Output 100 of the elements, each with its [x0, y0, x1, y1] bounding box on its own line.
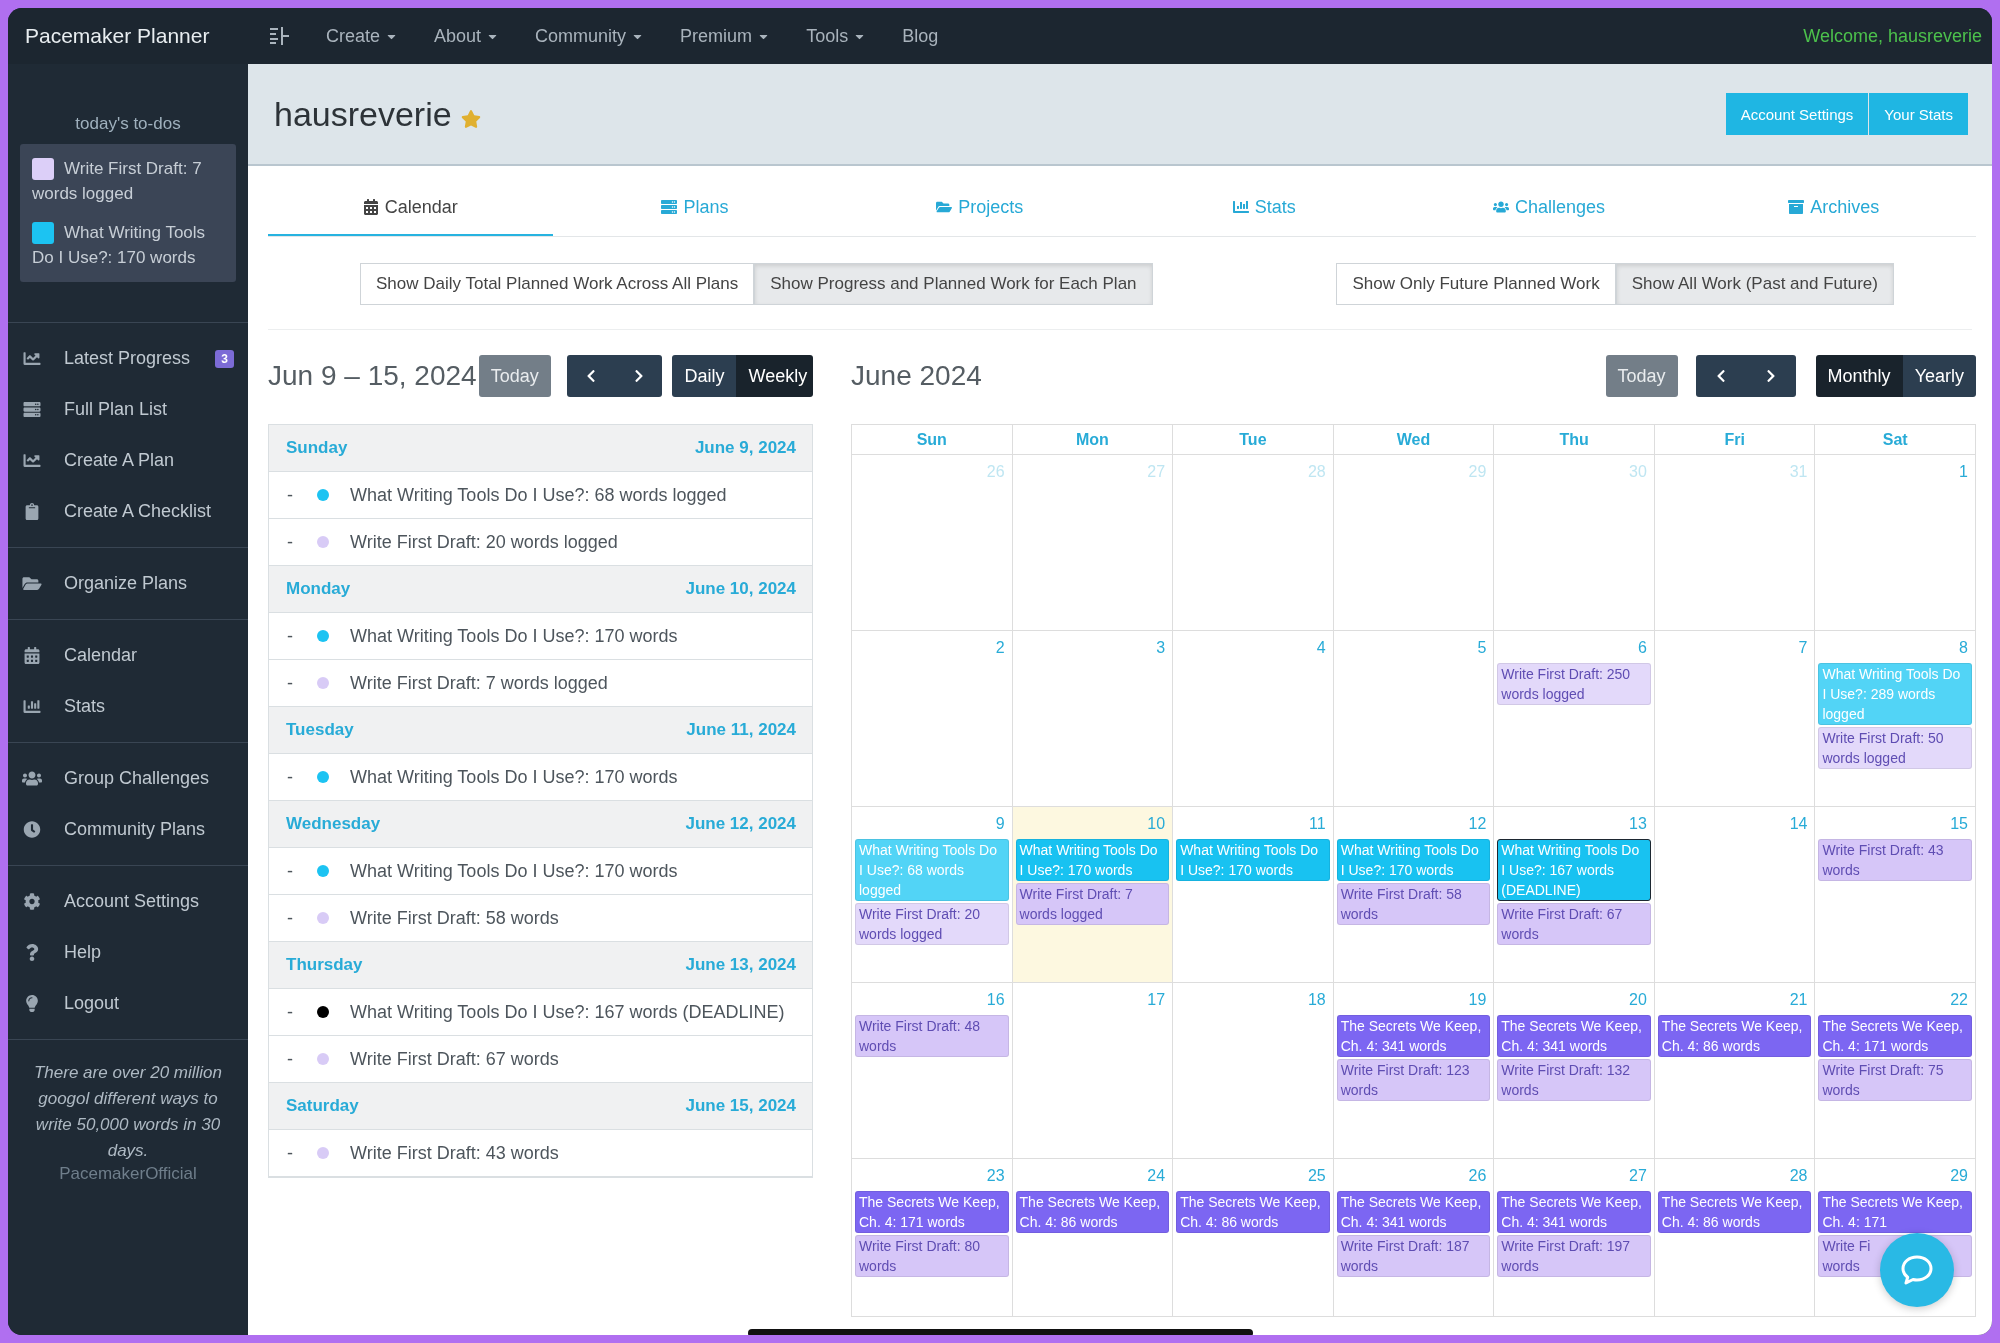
sidebar-link[interactable]: Logout	[8, 978, 248, 1029]
view-toggle[interactable]: Yearly	[1902, 355, 1976, 397]
header-button[interactable]: Account Settings	[1725, 93, 1869, 135]
tab[interactable]: Plans	[552, 180, 838, 236]
calendar-event[interactable]: The Secrets We Keep, Ch. 4: 86 words	[1657, 1015, 1812, 1057]
calendar-day[interactable]: 7	[1654, 631, 1816, 807]
sidebar-link[interactable]: Organize Plans	[8, 558, 248, 609]
calendar-day[interactable]: 12 What Writing Tools Do I Use?: 170 words Write First Draft: 58 words	[1333, 807, 1495, 983]
tab[interactable]: Projects	[837, 180, 1122, 236]
nav-menu[interactable]: About	[434, 25, 500, 47]
calendar-day[interactable]: 24 The Secrets We Keep, Ch. 4: 86 words	[1012, 1159, 1174, 1317]
calendar-event[interactable]: Write First Draft: 75 words	[1818, 1059, 1972, 1101]
today-button[interactable]: Today	[478, 355, 551, 397]
calendar-day[interactable]: 19 The Secrets We Keep, Ch. 4: 341 words Write First Draft: 123 words	[1333, 983, 1495, 1159]
nav-menu[interactable]: Tools	[806, 25, 867, 47]
header-button[interactable]: Your Stats	[1869, 93, 1968, 135]
filter-toggle[interactable]: Show All Work (Past and Future)	[1615, 263, 1894, 305]
calendar-day[interactable]: 21 The Secrets We Keep, Ch. 4: 86 words	[1654, 983, 1816, 1159]
sidebar-link[interactable]: Create A Checklist	[8, 486, 248, 537]
sidebar-link[interactable]: Group Challenges	[8, 753, 248, 804]
calendar-event[interactable]: The Secrets We Keep, Ch. 4: 341 words	[1336, 1191, 1491, 1233]
sidebar-link[interactable]: Calendar	[8, 630, 248, 681]
calendar-event[interactable]: Write First Draft: 132 words	[1497, 1059, 1651, 1101]
previous-button[interactable]	[1695, 355, 1746, 397]
calendar-event[interactable]: The Secrets We Keep, Ch. 4: 341 words	[1497, 1015, 1651, 1057]
day-number: 11	[1308, 814, 1327, 834]
calendar-day[interactable]: 5	[1333, 631, 1495, 807]
tab[interactable]: Stats	[1122, 180, 1407, 236]
todo-item[interactable]: Write First Draft: 7 words logged	[32, 156, 224, 206]
nav-menu[interactable]: Blog	[902, 25, 939, 47]
view-toggle[interactable]: Monthly	[1815, 355, 1903, 397]
calendar-day[interactable]: 17	[1012, 983, 1174, 1159]
nav-menu[interactable]: Premium	[680, 25, 771, 47]
calendar-event[interactable]: The Secrets We Keep, Ch. 4: 171 words	[855, 1191, 1009, 1233]
calendar-event[interactable]: Write First Draft: 20 words logged	[855, 903, 1009, 945]
calendar-event[interactable]: Write First Draft: 43 words	[1818, 839, 1972, 881]
next-button[interactable]	[614, 355, 663, 397]
day-number: 10	[1146, 814, 1167, 834]
calendar-event[interactable]: Write First Draft: 197 words	[1497, 1235, 1651, 1277]
calendar-day[interactable]: 23 The Secrets We Keep, Ch. 4: 171 words Write First Draft: 80 words	[852, 1159, 1013, 1317]
sidebar-link[interactable]: Community Plans	[8, 804, 248, 855]
calendar-day[interactable]: 6 Write First Draft: 250 words logged	[1494, 631, 1655, 807]
sidebar-link[interactable]: Account Settings	[8, 876, 248, 927]
today-button[interactable]: Today	[1605, 355, 1678, 397]
calendar-day[interactable]: 3	[1012, 631, 1174, 807]
calendar-day[interactable]: 16 Write First Draft: 48 words	[852, 983, 1013, 1159]
calendar-event[interactable]: Write First Draft: 50 words logged	[1818, 727, 1972, 769]
calendar-day[interactable]: 25 The Secrets We Keep, Ch. 4: 86 words	[1173, 1159, 1334, 1317]
calendar-event[interactable]: The Secrets We Keep, Ch. 4: 341 words	[1336, 1015, 1491, 1057]
nav-menu[interactable]: Create	[326, 25, 399, 47]
calendar-day[interactable]: 15 Write First Draft: 43 words	[1815, 807, 1976, 983]
view-toggle[interactable]: Weekly	[736, 355, 813, 397]
nav-menu[interactable]: Community	[535, 25, 645, 47]
sidebar-link[interactable]: Create A Plan	[8, 435, 248, 486]
previous-button[interactable]	[566, 355, 615, 397]
calendar-day[interactable]: 18	[1173, 983, 1334, 1159]
filter-toggle[interactable]: Show Only Future Planned Work	[1336, 263, 1616, 305]
calendar-day[interactable]: 10 What Writing Tools Do I Use?: 170 words Write First Draft: 7 words logged	[1012, 807, 1174, 983]
todo-item[interactable]: What Writing Tools Do I Use?: 170 words	[32, 220, 224, 270]
day-date: June 11, 2024	[686, 720, 796, 740]
calendar-day[interactable]: 26 The Secrets We Keep, Ch. 4: 341 words Write First Draft: 187 words	[1333, 1159, 1495, 1317]
sidebar-link[interactable]: Stats	[8, 681, 248, 732]
calendar-event[interactable]: Write First Draft: 123 words	[1336, 1059, 1491, 1101]
calendar-day[interactable]: 27 The Secrets We Keep, Ch. 4: 341 words Write First Draft: 197 words	[1494, 1159, 1655, 1317]
calendar-day[interactable]: 9 What Writing Tools Do I Use?: 68 words logged Write First Draft: 20 words logged	[852, 807, 1013, 983]
calendar-event[interactable]: The Secrets We Keep, Ch. 4: 86 words	[1657, 1191, 1812, 1233]
calendar-event[interactable]: Write First Draft: 58 words	[1336, 883, 1491, 925]
day-number: 30	[1628, 462, 1648, 482]
calendar-day[interactable]: 14	[1654, 807, 1816, 983]
sidebar-link[interactable]: Help	[8, 927, 248, 978]
calendar-day[interactable]: 2	[852, 631, 1013, 807]
calendar-event[interactable]: The Secrets We Keep, Ch. 4: 171 words	[1818, 1015, 1972, 1057]
filter-toggle[interactable]: Show Daily Total Planned Work Across All Plans	[360, 263, 755, 305]
calendar-event[interactable]: Write First Draft: 7 words logged	[1015, 883, 1170, 925]
sidebar-link[interactable]: Latest Progress 3	[8, 333, 248, 384]
calendar-event[interactable]: Write First Draft: 48 words	[855, 1015, 1009, 1057]
calendar-day[interactable]: 4	[1173, 631, 1334, 807]
calendar-event[interactable]: Write First Draft: 80 words	[855, 1235, 1009, 1277]
calendar-day[interactable]: 11 What Writing Tools Do I Use?: 170 words	[1173, 807, 1334, 983]
calendar-day[interactable]: 28 The Secrets We Keep, Ch. 4: 86 words	[1654, 1159, 1816, 1317]
tab[interactable]: Calendar	[268, 180, 553, 236]
calendar-day[interactable]: 8 What Writing Tools Do I Use?: 289 words logged Write First Draft: 50 words logged	[1815, 631, 1976, 807]
filter-toggle[interactable]: Show Progress and Planned Work for Each Plan	[754, 263, 1153, 305]
calendar-event[interactable]: The Secrets We Keep, Ch. 4: 171	[1818, 1191, 1972, 1233]
view-toggle[interactable]: Daily	[672, 355, 737, 397]
sidebar-link[interactable]: Full Plan List	[8, 384, 248, 435]
calendar-day[interactable]: 1	[1815, 455, 1976, 631]
tab[interactable]: Challenges	[1406, 180, 1692, 236]
calendar-event[interactable]: Write First Draft: 250 words logged	[1497, 663, 1651, 705]
calendar-event[interactable]: Write First Draft: 67 words	[1497, 903, 1651, 945]
sidebar-toggle-icon[interactable]	[270, 27, 290, 45]
calendar-day[interactable]: 22 The Secrets We Keep, Ch. 4: 171 words Write First Draft: 75 words	[1815, 983, 1976, 1159]
calendar-day[interactable]: 13 What Writing Tools Do I Use?: 167 words (DEADLINE) Write First Draft: 67 words	[1494, 807, 1655, 983]
calendar-event[interactable]: The Secrets We Keep, Ch. 4: 86 words	[1015, 1191, 1170, 1233]
calendar-day[interactable]: 20 The Secrets We Keep, Ch. 4: 341 words Write First Draft: 132 words	[1494, 983, 1655, 1159]
app-brand[interactable]: Pacemaker Planner	[25, 24, 270, 48]
tab[interactable]: Archives	[1691, 180, 1977, 236]
calendar-event[interactable]: The Secrets We Keep, Ch. 4: 341 words	[1497, 1191, 1651, 1233]
calendar-event[interactable]: The Secrets We Keep, Ch. 4: 86 words	[1176, 1191, 1330, 1233]
calendar-event[interactable]: Write First Draft: 187 words	[1336, 1235, 1491, 1277]
